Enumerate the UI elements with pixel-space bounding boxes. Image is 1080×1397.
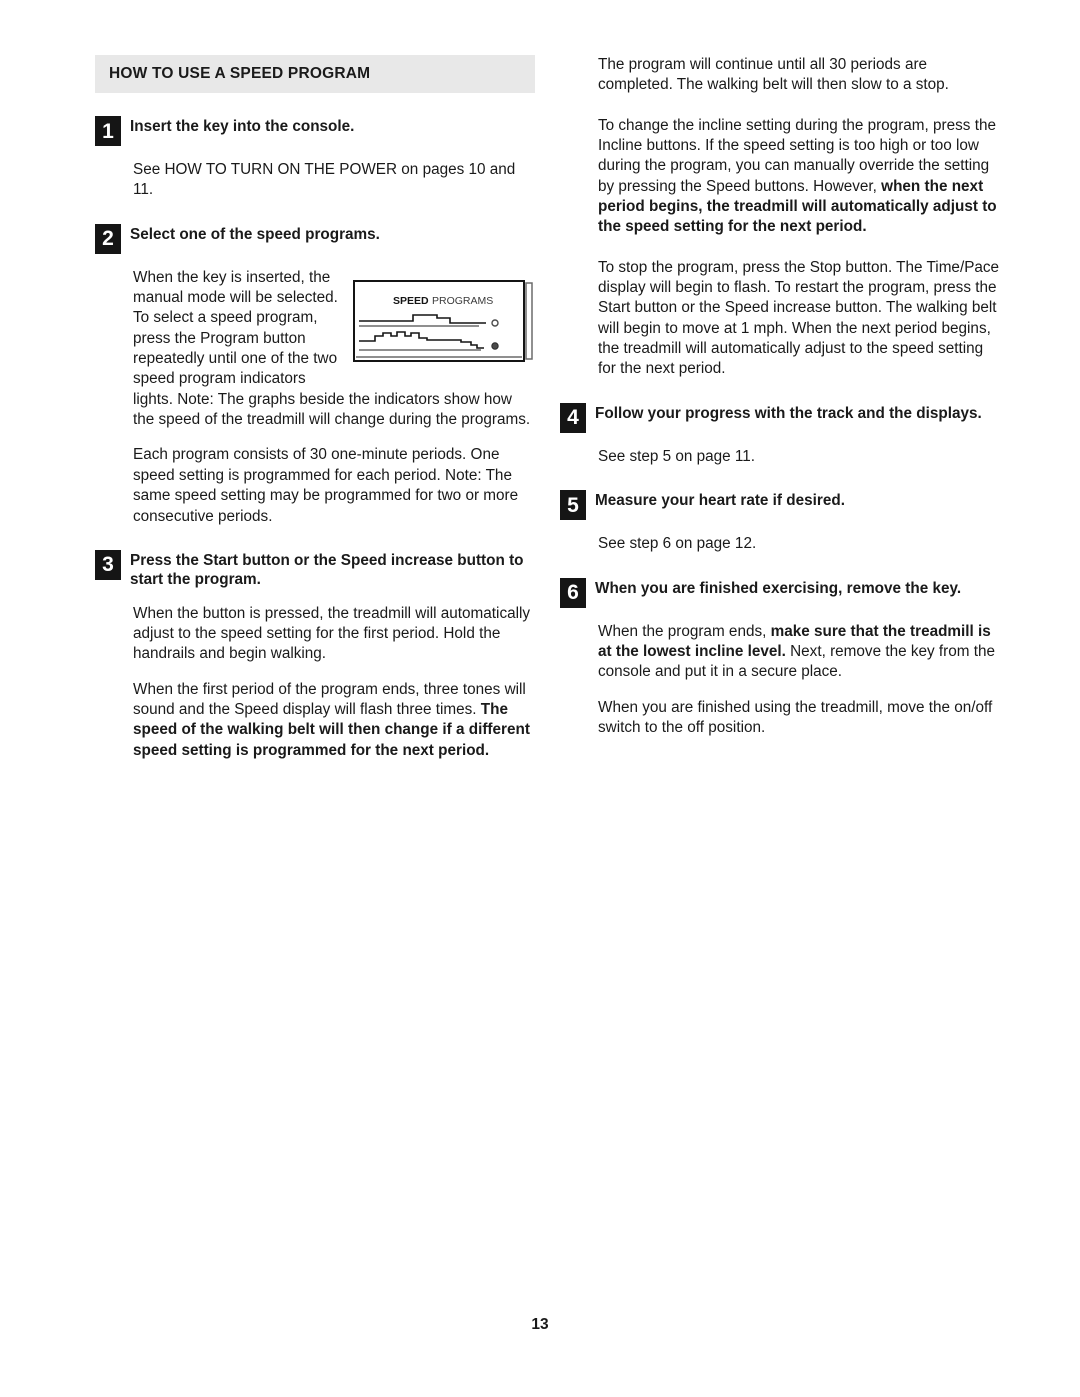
step-2-paragraph-2: Each program consists of 30 one-minute p… xyxy=(133,446,519,525)
step-title: Measure your heart rate if desired. xyxy=(595,492,845,510)
step-number-badge: 2 xyxy=(95,223,121,254)
step-title: Follow your progress with the track and … xyxy=(595,404,982,422)
open-circle-indicator xyxy=(491,319,499,327)
step-number-badge: 5 xyxy=(560,490,586,521)
step-2: 2 Select one of the speed programs. xyxy=(95,223,535,254)
two-column-layout: HOW TO USE A SPEED PROGRAM 1 Insert the … xyxy=(95,55,1000,761)
page-number: 13 xyxy=(531,1316,549,1333)
step-3-paragraph-2-plain: When the first period of the program end… xyxy=(133,680,526,719)
section-header: HOW TO USE A SPEED PROGRAM xyxy=(95,55,535,94)
filled-circle-indicator xyxy=(491,342,499,350)
document-page: HOW TO USE A SPEED PROGRAM 1 Insert the … xyxy=(0,0,1080,1397)
right-paragraph-1: The program will continue until all 30 p… xyxy=(598,56,949,94)
step-3: 3 Press the Start button or the Speed in… xyxy=(95,549,535,590)
step-1-paragraph-1: See HOW TO TURN ON THE POWER on pages 10… xyxy=(133,161,516,199)
step-4-paragraph: See step 5 on page 11. xyxy=(598,447,756,465)
step-title: Select one of the speed programs. xyxy=(130,225,380,243)
figure-label-regular: PROGRAMS xyxy=(432,295,493,307)
step-5-paragraph: See step 6 on page 12. xyxy=(598,535,757,553)
step-title: When you are finished exercising, remove… xyxy=(595,579,962,597)
step-title: Press the Start button or the Speed incr… xyxy=(130,551,524,589)
step-5: 5 Measure your heart rate if desired. xyxy=(560,489,1000,521)
step-number-badge: 6 xyxy=(560,577,586,608)
speed-programs-console-graphic: SPEED PROGRAMS xyxy=(353,279,533,362)
step-1: 1 Insert the key into the console. xyxy=(95,115,535,147)
step-6-paragraph-1-plain-start: When the program ends, xyxy=(598,622,771,640)
right-paragraph-incline: To change the incline setting during the… xyxy=(598,116,1000,238)
right-paragraph-stop: To stop the program, press the Stop butt… xyxy=(598,258,1000,378)
step-number-badge: 4 xyxy=(560,402,586,433)
right-column: The program will continue until all 30 p… xyxy=(560,55,1000,761)
step-6-paragraph-2: When you are finished using the treadmil… xyxy=(598,698,993,736)
figure-label-bold: SPEED xyxy=(393,295,429,307)
step-3-paragraph-1: When the button is pressed, the treadmil… xyxy=(133,604,531,663)
step-number-badge: 1 xyxy=(95,116,121,147)
step-6-paragraph-1: When the program ends, make sure that th… xyxy=(598,622,1000,683)
step-6: 6 When you are finished exercising, remo… xyxy=(560,577,1000,608)
step-4: 4 Follow your progress with the track an… xyxy=(560,402,1000,433)
speed-programs-figure: SPEED PROGRAMS xyxy=(353,279,535,370)
step-title: Insert the key into the console. xyxy=(130,118,355,136)
left-column: HOW TO USE A SPEED PROGRAM 1 Insert the … xyxy=(95,55,535,761)
step-number-badge: 3 xyxy=(95,549,121,580)
step-3-paragraph-2: When the first period of the program end… xyxy=(133,680,535,761)
